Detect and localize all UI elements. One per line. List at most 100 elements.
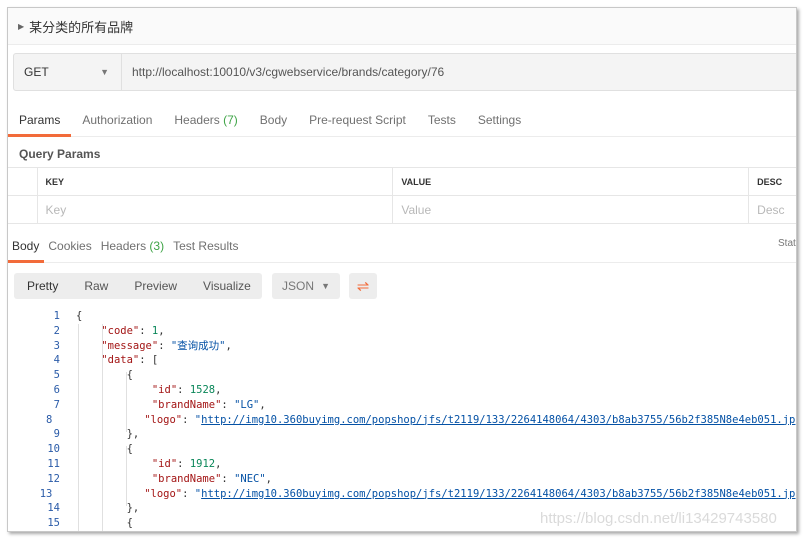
code-text: "message": "查询成功",	[101, 339, 232, 352]
code-line: 5 {	[8, 368, 796, 383]
response-tab-headers[interactable]: Headers (3)	[97, 236, 169, 262]
value-input[interactable]: Value	[393, 196, 750, 223]
response-tab-body[interactable]: Body	[8, 236, 45, 263]
request-name: 某分类的所有品牌	[29, 19, 134, 35]
row-checkbox[interactable]	[8, 196, 38, 223]
request-title[interactable]: ▶ 某分类的所有品牌	[8, 8, 796, 45]
code-line: 10 {	[8, 442, 796, 457]
line-number: 10	[47, 443, 60, 456]
code-line: 2 "code": 1,	[8, 324, 796, 339]
code-text: {	[76, 517, 133, 530]
code-line: 7 "brandName": "LG",	[8, 398, 796, 413]
desc-header: DESC	[749, 168, 796, 195]
code-line: 1{	[8, 309, 796, 324]
code-text: "id": 1912,	[151, 457, 222, 470]
tab-headers[interactable]: Headers (7)	[163, 107, 248, 136]
tab-label: Settings	[477, 113, 522, 127]
view-raw[interactable]: Raw	[71, 279, 121, 293]
code-line: 3 "message": "查询成功",	[8, 339, 796, 354]
tab-label: Test Results	[173, 239, 239, 253]
code-line: 9 },	[8, 427, 796, 442]
response-body[interactable]: 1{2 "code": 1, 3 "message": "查询成功", 4 "dat…	[8, 309, 797, 531]
tab-label: Body	[259, 113, 288, 127]
code-text: },	[76, 428, 140, 441]
tab-count: (7)	[223, 113, 238, 127]
code-text: "code": 1,	[101, 324, 165, 337]
table-row: Key Value Desc	[8, 196, 796, 224]
method-value: GET	[24, 65, 49, 79]
tab-label: Cookies	[48, 239, 92, 253]
wrap-lines-button[interactable]: ⇌	[349, 273, 377, 299]
watermark: https://blog.csdn.net/li13429743580	[540, 510, 777, 527]
code-line: 12 "brandName": "NEC",	[8, 472, 796, 487]
view-visualize[interactable]: Visualize	[190, 279, 264, 293]
line-number: 12	[47, 472, 60, 485]
line-number: 7	[53, 398, 60, 411]
status-label: Stat	[778, 238, 796, 249]
line-number: 11	[47, 457, 60, 470]
key-input[interactable]: Key	[38, 196, 394, 223]
response-tab-cookies[interactable]: Cookies	[44, 236, 96, 262]
params-table: KEY VALUE DESC Key Value Desc	[8, 167, 796, 224]
desc-input[interactable]: Desc	[749, 196, 796, 223]
table-header: KEY VALUE DESC	[8, 168, 796, 196]
tab-pre-request-script[interactable]: Pre-request Script	[298, 107, 417, 136]
line-number: 5	[53, 369, 60, 382]
code-text: "logo": "http://img10.360buyimg.com/pops…	[144, 413, 797, 426]
code-text: "brandName": "LG",	[151, 398, 266, 411]
code-line: 11 "id": 1912,	[8, 457, 796, 472]
tab-params[interactable]: Params	[8, 107, 72, 137]
postman-window: ▶ 某分类的所有品牌 GET ▼ http://localhost:10010/…	[7, 7, 797, 532]
code-line: 4 "data": [	[8, 353, 796, 368]
line-number: 6	[53, 383, 60, 396]
url-bar: GET ▼ http://localhost:10010/v3/cgwebser…	[13, 53, 796, 91]
line-number: 2	[53, 324, 60, 337]
view-preview[interactable]: Preview	[121, 279, 190, 293]
line-number: 1	[53, 310, 60, 322]
query-params-label: Query Params	[19, 147, 101, 161]
line-number: 4	[53, 354, 60, 367]
line-number: 14	[47, 502, 60, 515]
expand-triangle-icon[interactable]: ▶	[18, 22, 24, 31]
response-tabs: Body Cookies Headers (3) Test Results	[8, 236, 796, 263]
code-text: "id": 1528,	[151, 383, 222, 396]
method-select[interactable]: GET ▼	[14, 54, 122, 90]
code-text: {	[76, 369, 133, 382]
chevron-down-icon: ▼	[100, 67, 109, 77]
code-line: 6 "id": 1528,	[8, 383, 796, 398]
tab-label: Params	[19, 113, 61, 127]
line-number: 8	[46, 413, 53, 426]
line-number: 3	[53, 339, 60, 352]
tab-body[interactable]: Body	[249, 107, 298, 136]
tab-count: (3)	[149, 239, 165, 253]
wrap-icon: ⇌	[356, 278, 370, 295]
tab-label: Authorization	[82, 113, 153, 127]
view-pretty[interactable]: Pretty	[14, 279, 71, 293]
value-header: VALUE	[393, 168, 750, 195]
code-text: },	[76, 502, 140, 515]
tab-label: Headers	[174, 113, 220, 127]
tab-label: Tests	[427, 113, 456, 127]
code-text: {	[76, 443, 133, 456]
checkbox-col	[8, 168, 38, 195]
tab-tests[interactable]: Tests	[417, 107, 467, 136]
url-input[interactable]: http://localhost:10010/v3/cgwebservice/b…	[122, 54, 444, 90]
tab-label: Headers	[100, 239, 147, 253]
key-header: KEY	[38, 168, 394, 195]
chevron-down-icon: ▼	[321, 281, 330, 291]
tab-label: Pre-request Script	[309, 113, 406, 127]
line-number: 15	[47, 517, 60, 530]
code-text: {	[76, 310, 83, 322]
format-select[interactable]: JSON ▼	[272, 273, 340, 299]
tab-settings[interactable]: Settings	[467, 107, 532, 136]
response-tab-test-results[interactable]: Test Results	[169, 236, 243, 262]
line-number: 9	[53, 428, 60, 441]
code-text: "data": [	[101, 354, 159, 367]
code-line: 8 "logo": "http://img10.360buyimg.com/po…	[8, 413, 797, 428]
tab-label: Body	[12, 239, 40, 253]
code-line: 13 "logo": "http://img10.360buyimg.com/p…	[8, 487, 797, 502]
code-text: "logo": "http://img10.360buyimg.com/pops…	[144, 487, 797, 500]
tab-authorization[interactable]: Authorization	[71, 107, 163, 136]
format-value: JSON	[282, 279, 315, 293]
view-mode-group: Pretty Raw Preview Visualize	[14, 273, 262, 299]
